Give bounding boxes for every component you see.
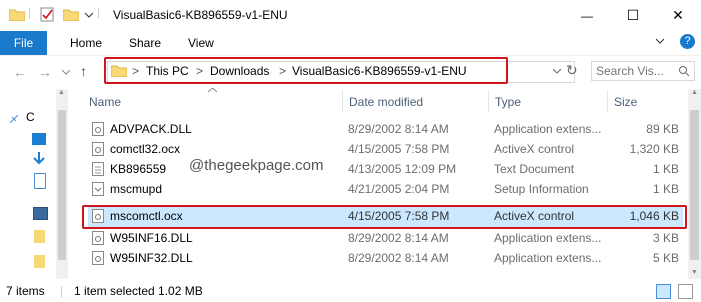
file-list-scrollbar-thumb[interactable] bbox=[690, 110, 699, 260]
folder-icon[interactable] bbox=[34, 230, 45, 243]
file-type: Text Document bbox=[494, 162, 575, 176]
scroll-up-icon[interactable]: ▲ bbox=[691, 89, 698, 96]
file-type: Setup Information bbox=[494, 182, 589, 196]
column-header-date[interactable]: Date modified bbox=[349, 95, 423, 109]
ocx-file-icon bbox=[92, 142, 104, 156]
pictures-icon[interactable] bbox=[33, 207, 48, 220]
file-type: Application extens... bbox=[494, 231, 602, 245]
forward-button[interactable]: → bbox=[38, 64, 52, 80]
nav-item-label[interactable]: C bbox=[26, 110, 35, 124]
documents-icon[interactable] bbox=[34, 173, 46, 189]
address-highlight-box bbox=[104, 57, 508, 84]
search-box[interactable] bbox=[591, 61, 695, 81]
window-title: VisualBasic6-KB896559-v1-ENU bbox=[113, 8, 288, 22]
setup-info-file-icon bbox=[92, 182, 104, 196]
file-row[interactable]: KB896559 4/13/2005 12:09 PM Text Documen… bbox=[88, 160, 683, 179]
file-row[interactable]: comctl32.ocx 4/15/2005 7:58 PM ActiveX c… bbox=[88, 140, 683, 159]
close-button[interactable]: ✕ bbox=[655, 0, 701, 31]
large-icons-view-button[interactable] bbox=[678, 284, 693, 299]
tab-view[interactable]: View bbox=[188, 36, 214, 50]
file-size: 1,320 KB bbox=[629, 142, 679, 156]
search-icon[interactable] bbox=[678, 65, 690, 77]
file-date: 8/29/2002 8:14 AM bbox=[348, 231, 449, 245]
minimize-button[interactable]: — bbox=[564, 0, 610, 31]
file-name: ADVPACK.DLL bbox=[110, 122, 192, 136]
back-button[interactable]: ← bbox=[13, 64, 27, 80]
tab-share[interactable]: Share bbox=[129, 36, 161, 50]
file-type: Application extens... bbox=[494, 251, 602, 265]
recent-locations-icon[interactable] bbox=[62, 70, 70, 75]
download-icon[interactable] bbox=[33, 152, 45, 166]
file-date: 4/21/2005 2:04 PM bbox=[348, 182, 450, 196]
folder-icon[interactable] bbox=[34, 255, 45, 268]
tab-home[interactable]: Home bbox=[70, 36, 102, 50]
properties-icon[interactable] bbox=[40, 7, 54, 22]
titlebar-divider: | bbox=[97, 5, 101, 19]
title-bar: | | VisualBasic6-KB896559-v1-ENU — ☐ ✕ bbox=[0, 0, 701, 31]
new-folder-icon[interactable] bbox=[63, 8, 79, 21]
sort-ascending-icon bbox=[208, 88, 217, 93]
dll-file-icon bbox=[92, 231, 104, 245]
item-count: 7 items bbox=[6, 284, 45, 298]
scroll-down-icon[interactable]: ▼ bbox=[691, 269, 698, 276]
column-header-size[interactable]: Size bbox=[614, 95, 637, 109]
selection-info: 1 item selected 1.02 MB bbox=[74, 284, 203, 298]
tab-file[interactable]: File bbox=[0, 31, 47, 55]
help-button[interactable]: ? bbox=[680, 34, 695, 49]
details-view-button[interactable] bbox=[656, 284, 671, 299]
nav-scrollbar-thumb[interactable] bbox=[58, 110, 66, 260]
file-row[interactable]: mscmupd 4/21/2005 2:04 PM Setup Informat… bbox=[88, 180, 683, 199]
file-name: mscmupd bbox=[110, 182, 163, 196]
file-size: 1 KB bbox=[652, 162, 679, 176]
scroll-up-icon[interactable]: ▲ bbox=[58, 89, 65, 96]
column-divider[interactable] bbox=[607, 90, 608, 112]
file-size: 3 KB bbox=[652, 231, 679, 245]
search-input[interactable] bbox=[596, 64, 674, 78]
folder-icon bbox=[9, 9, 25, 21]
file-type: ActiveX control bbox=[494, 142, 575, 156]
file-name: KB896559 bbox=[110, 162, 167, 176]
ribbon bbox=[0, 31, 701, 55]
file-size: 1 KB bbox=[652, 182, 679, 196]
pin-star-icon bbox=[10, 115, 18, 123]
column-divider[interactable] bbox=[342, 90, 343, 112]
status-divider: | bbox=[60, 284, 64, 298]
file-row[interactable]: ADVPACK.DLL 8/29/2002 8:14 AM Applicatio… bbox=[88, 120, 683, 139]
address-dropdown-icon[interactable] bbox=[553, 69, 561, 74]
file-name: W95INF32.DLL bbox=[110, 251, 193, 265]
customize-toolbar-dropdown-icon[interactable] bbox=[84, 12, 94, 18]
column-header-type[interactable]: Type bbox=[495, 95, 521, 109]
file-date: 8/29/2002 8:14 AM bbox=[348, 122, 449, 136]
file-row[interactable]: W95INF32.DLL 8/29/2002 8:14 AM Applicati… bbox=[88, 249, 683, 268]
maximize-button[interactable]: ☐ bbox=[610, 0, 656, 31]
up-button[interactable]: ↑ bbox=[80, 63, 87, 79]
expand-ribbon-icon[interactable] bbox=[655, 38, 665, 44]
file-type: Application extens... bbox=[494, 122, 602, 136]
desktop-icon[interactable] bbox=[32, 133, 46, 145]
file-date: 4/13/2005 12:09 PM bbox=[348, 162, 457, 176]
dll-file-icon bbox=[92, 122, 104, 136]
file-date: 4/15/2005 7:58 PM bbox=[348, 142, 450, 156]
file-size: 89 KB bbox=[646, 122, 679, 136]
selection-highlight-box bbox=[82, 205, 687, 229]
dll-file-icon bbox=[92, 251, 104, 265]
titlebar-divider: | bbox=[28, 5, 32, 19]
file-name: comctl32.ocx bbox=[110, 142, 181, 156]
text-file-icon bbox=[92, 162, 104, 176]
refresh-icon[interactable]: ↻ bbox=[566, 62, 578, 79]
file-name: W95INF16.DLL bbox=[110, 231, 193, 245]
file-date: 8/29/2002 8:14 AM bbox=[348, 251, 449, 265]
column-divider[interactable] bbox=[488, 90, 489, 112]
watermark-text: @thegeekpage.com bbox=[189, 157, 324, 174]
column-header-name[interactable]: Name bbox=[89, 95, 121, 109]
file-size: 5 KB bbox=[652, 251, 679, 265]
file-row[interactable]: W95INF16.DLL 8/29/2002 8:14 AM Applicati… bbox=[88, 229, 683, 248]
